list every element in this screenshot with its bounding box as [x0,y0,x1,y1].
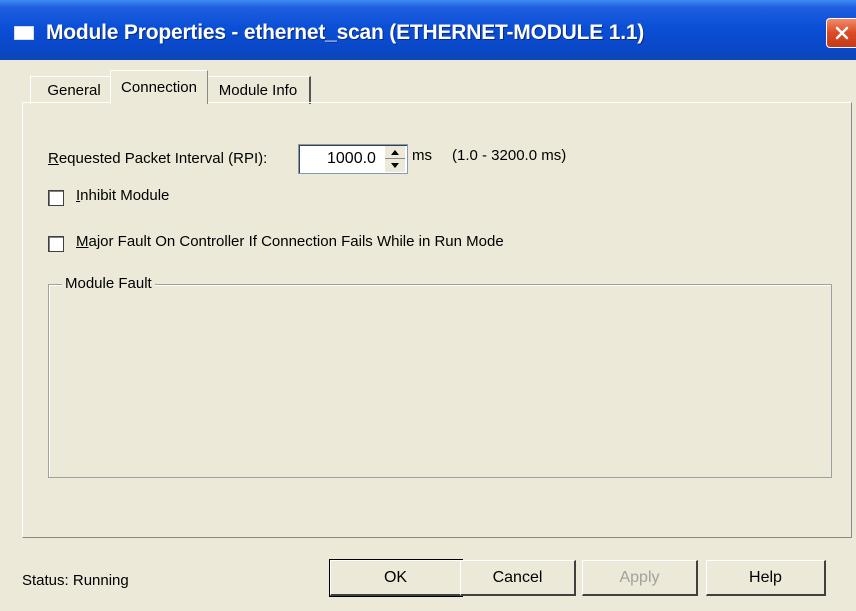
window-icon [14,26,34,40]
rpi-spinner[interactable] [385,146,405,172]
spin-up-button[interactable] [385,146,405,159]
rpi-unit: ms [412,147,432,164]
major-fault-checkbox[interactable] [48,236,64,252]
apply-button[interactable]: Apply [582,560,698,596]
help-button[interactable]: Help [706,560,826,596]
close-icon [835,26,848,40]
inhibit-module-label[interactable]: Inhibit Module [76,187,169,204]
tab-connection[interactable]: Connection [110,70,208,104]
inhibit-module-checkbox[interactable] [48,190,64,206]
rpi-input[interactable]: 1000.0 [298,144,408,174]
close-button[interactable] [826,18,856,48]
tab-module-info[interactable]: Module Info [207,76,311,104]
arrow-down-icon [391,163,399,168]
window-title: Module Properties - ethernet_scan (ETHER… [46,21,645,44]
tab-general[interactable]: General [30,76,118,104]
module-fault-group [48,284,832,478]
rpi-label: Requested Packet Interval (RPI): [48,149,268,167]
ok-button[interactable]: OK [329,559,463,597]
title-bar[interactable]: Module Properties - ethernet_scan (ETHER… [0,0,856,60]
rpi-range: (1.0 - 3200.0 ms) [452,147,567,164]
status-text: Status: Running [22,572,129,589]
cancel-button[interactable]: Cancel [460,560,576,596]
module-fault-title: Module Fault [62,275,155,292]
arrow-up-icon [391,149,399,155]
rpi-value: 1000.0 [327,150,376,167]
spin-down-button[interactable] [385,159,405,172]
major-fault-label[interactable]: Major Fault On Controller If Connection … [76,233,504,250]
